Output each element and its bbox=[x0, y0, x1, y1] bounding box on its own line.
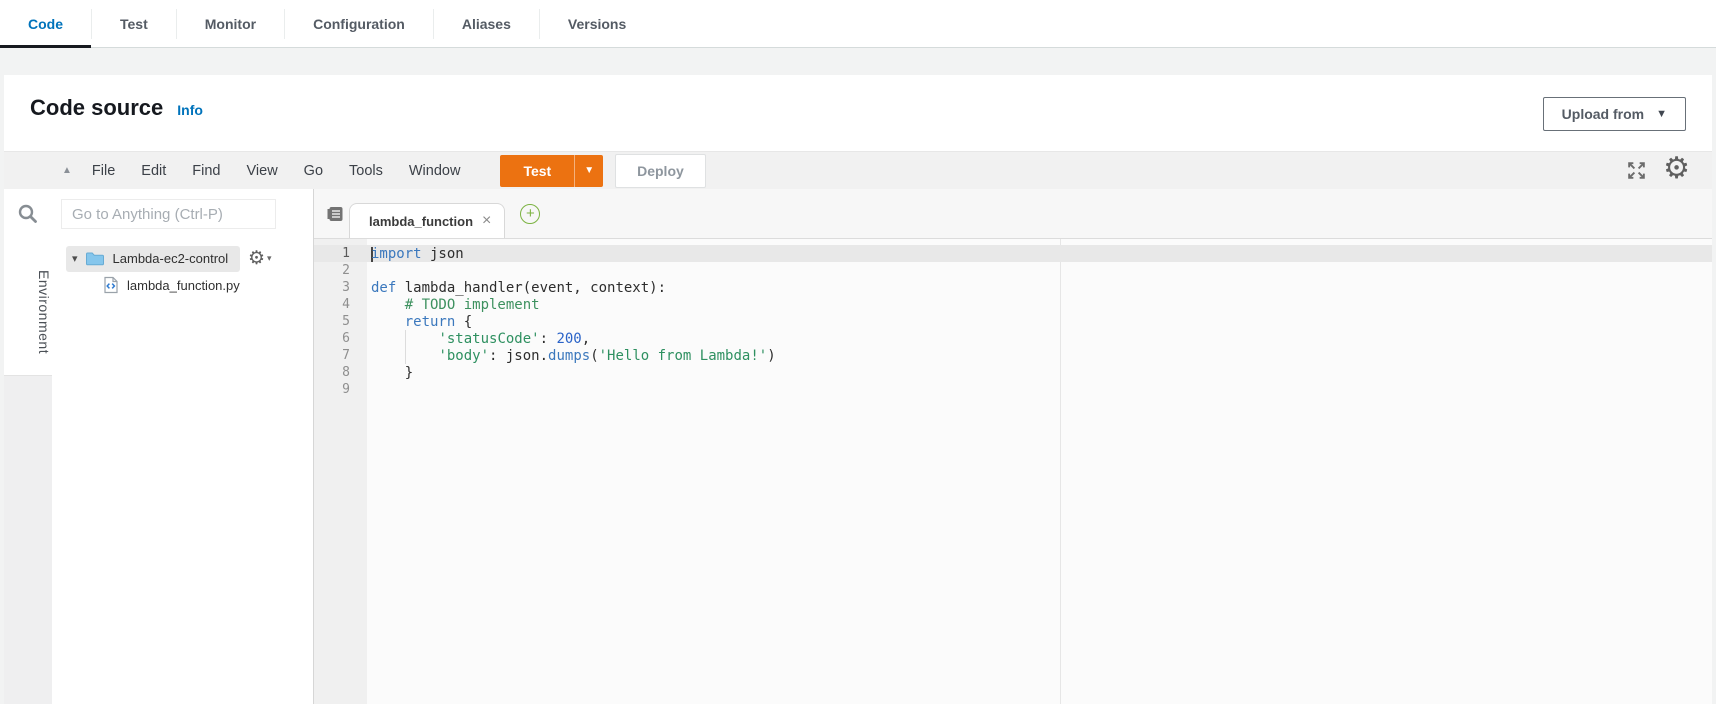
tree-header bbox=[52, 189, 313, 239]
chevron-down-icon: ▾ bbox=[267, 253, 272, 264]
tab-list-icon[interactable] bbox=[326, 205, 346, 223]
menu-tools[interactable]: Tools bbox=[349, 163, 383, 179]
file-tree: ▾ Lambda-ec2-control ⚙ ▾ bbox=[52, 239, 313, 298]
left-tab-strip: Environment bbox=[4, 189, 52, 704]
line-number: 8 bbox=[314, 365, 367, 380]
code-line[interactable]: 3def lambda_handler(event, context): bbox=[314, 279, 1712, 296]
menu-find[interactable]: Find bbox=[192, 163, 220, 179]
left-strip-filler bbox=[4, 375, 52, 704]
close-icon[interactable]: × bbox=[482, 212, 491, 230]
tab-versions[interactable]: Versions bbox=[539, 9, 654, 39]
code-line[interactable]: 6 'statusCode': 200, bbox=[314, 330, 1712, 347]
code-source-header: Code source Info Upload from ▼ bbox=[4, 75, 1712, 151]
go-to-anything-input[interactable] bbox=[61, 199, 276, 229]
tab-monitor[interactable]: Monitor bbox=[176, 9, 284, 39]
line-number: 6 bbox=[314, 331, 367, 346]
line-number: 7 bbox=[314, 348, 367, 363]
environment-tab[interactable]: Environment bbox=[4, 239, 52, 375]
tree-row-folder: ▾ Lambda-ec2-control ⚙ ▾ bbox=[52, 245, 313, 272]
search-icon-area bbox=[4, 189, 52, 239]
info-link[interactable]: Info bbox=[177, 102, 203, 118]
menu-go[interactable]: Go bbox=[304, 163, 323, 179]
line-text: 'body': json.dumps('Hello from Lambda!') bbox=[367, 348, 776, 364]
code-lines: 1import json23def lambda_handler(event, … bbox=[314, 245, 1712, 398]
tab-test[interactable]: Test bbox=[91, 9, 176, 39]
upload-from-label: Upload from bbox=[1562, 106, 1644, 122]
menu-window[interactable]: Window bbox=[409, 163, 461, 179]
upload-from-button[interactable]: Upload from ▼ bbox=[1543, 97, 1686, 131]
editor-tabbar: lambda_function × + bbox=[314, 189, 1712, 239]
line-text: } bbox=[367, 365, 413, 381]
code-line[interactable]: 4 # TODO implement bbox=[314, 296, 1712, 313]
menu-file[interactable]: File bbox=[92, 163, 115, 179]
folder-settings-gear-icon[interactable]: ⚙ ▾ bbox=[248, 249, 272, 268]
page-title: Code source bbox=[30, 95, 163, 121]
code-line[interactable]: 7 'body': json.dumps('Hello from Lambda!… bbox=[314, 347, 1712, 364]
line-number: 9 bbox=[314, 382, 367, 397]
line-text: import json bbox=[367, 246, 464, 262]
test-split-button: Test ▼ bbox=[500, 155, 603, 187]
chevron-down-icon: ▼ bbox=[584, 165, 594, 176]
code-line[interactable]: 2 bbox=[314, 262, 1712, 279]
menu-view[interactable]: View bbox=[247, 163, 278, 179]
line-number: 3 bbox=[314, 280, 367, 295]
code-source-card: Code source Info Upload from ▼ ▲ File Edi… bbox=[4, 75, 1712, 704]
tab-aliases[interactable]: Aliases bbox=[433, 9, 539, 39]
chevron-down-icon: ▼ bbox=[1656, 108, 1667, 120]
fullscreen-icon[interactable] bbox=[1626, 160, 1647, 181]
new-tab-button[interactable]: + bbox=[520, 204, 540, 224]
collapse-menubar-icon[interactable]: ▲ bbox=[62, 165, 72, 176]
test-dropdown-button[interactable]: ▼ bbox=[574, 155, 603, 187]
line-number: 4 bbox=[314, 297, 367, 312]
code-editor[interactable]: 1import json23def lambda_handler(event, … bbox=[314, 239, 1712, 704]
editor-tab-lambda-function[interactable]: lambda_function × bbox=[349, 203, 505, 238]
line-text: def lambda_handler(event, context): bbox=[367, 280, 666, 296]
menu-edit[interactable]: Edit bbox=[141, 163, 166, 179]
ide-menus: File Edit Find View Go Tools Window bbox=[92, 163, 461, 179]
line-number: 5 bbox=[314, 314, 367, 329]
line-text: return { bbox=[367, 314, 472, 330]
tab-configuration[interactable]: Configuration bbox=[284, 9, 433, 39]
file-label: lambda_function.py bbox=[127, 278, 240, 293]
line-text: # TODO implement bbox=[367, 297, 540, 313]
code-line[interactable]: 1import json bbox=[314, 245, 1712, 262]
search-icon bbox=[17, 203, 39, 225]
editor-pane: lambda_function × + 1import json23def la… bbox=[314, 189, 1712, 704]
function-tabs: CodeTestMonitorConfigurationAliasesVersi… bbox=[0, 0, 1716, 48]
line-number: 1 bbox=[314, 246, 367, 261]
code-line[interactable]: 8 } bbox=[314, 364, 1712, 381]
code-line[interactable]: 9 bbox=[314, 381, 1712, 398]
line-text: 'statusCode': 200, bbox=[367, 331, 590, 347]
python-file-icon bbox=[103, 276, 119, 294]
chevron-down-icon[interactable]: ▾ bbox=[72, 252, 78, 265]
settings-gear-icon[interactable]: ⚙ bbox=[1663, 154, 1690, 184]
deploy-button[interactable]: Deploy bbox=[615, 154, 706, 188]
workspace: Environment ▾ Lambda-ec2-control bbox=[4, 189, 1712, 704]
tab-code[interactable]: Code bbox=[0, 9, 91, 39]
tree-row-file[interactable]: lambda_function.py bbox=[52, 272, 313, 298]
editor-tab-label: lambda_function bbox=[369, 214, 473, 229]
ide-menubar: ▲ File Edit Find View Go Tools Window Test ▼ D… bbox=[4, 151, 1712, 189]
folder-icon bbox=[85, 251, 105, 267]
line-number: 2 bbox=[314, 263, 367, 278]
environment-panel: ▾ Lambda-ec2-control ⚙ ▾ bbox=[52, 189, 314, 704]
folder-item[interactable]: ▾ Lambda-ec2-control bbox=[66, 246, 240, 272]
folder-label: Lambda-ec2-control bbox=[113, 251, 229, 266]
test-button[interactable]: Test bbox=[500, 155, 574, 187]
code-line[interactable]: 5 return { bbox=[314, 313, 1712, 330]
